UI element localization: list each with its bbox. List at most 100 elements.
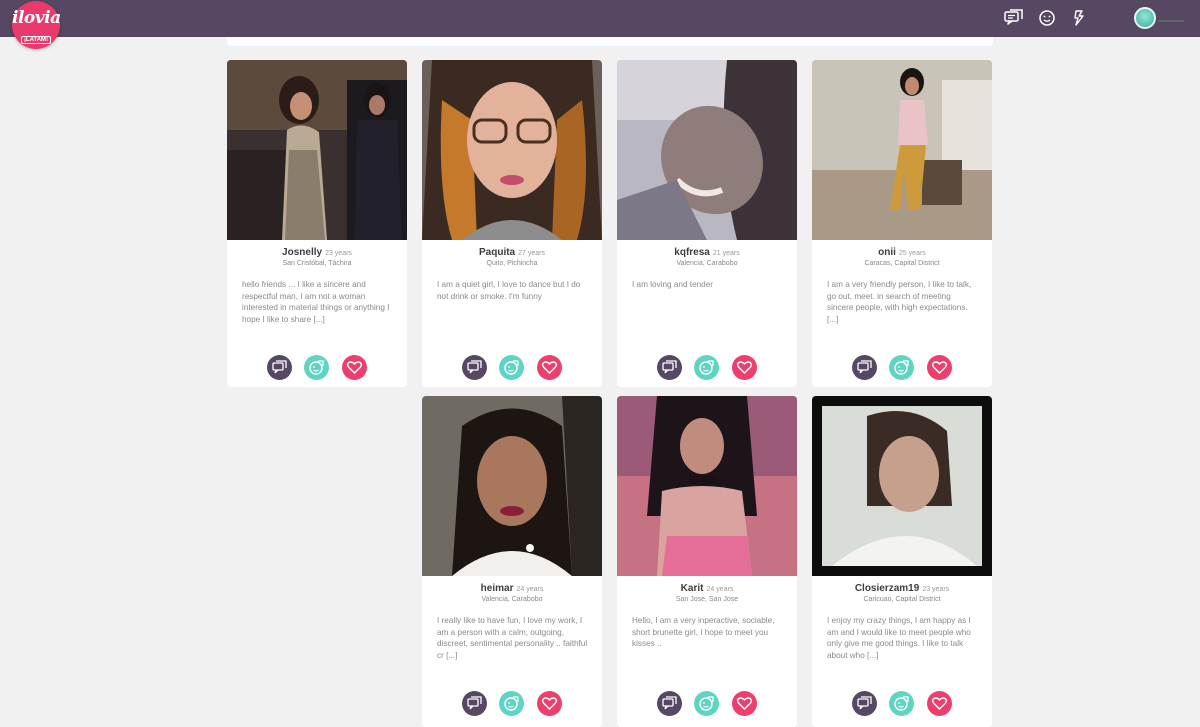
profile-photo[interactable] [227,60,407,240]
smiley-icon[interactable] [1037,9,1057,27]
heart-icon [541,361,558,374]
wink-icon [894,696,909,711]
profile-card[interactable]: Paquita 27 years Quito, Pichincha I am a … [422,60,602,387]
profile-photo[interactable] [617,60,797,240]
flash-icon[interactable] [1069,9,1089,27]
profile-actions [812,691,992,717]
profile-card[interactable]: Josnelly 23 years San Cristóbal, Táchira … [227,60,407,387]
profile-name: heimar [480,583,514,594]
wink-icon [699,696,714,711]
profile-name-line: heimar 24 years [422,583,602,594]
profile-card[interactable]: heimar 24 years Valencia, Carabobo I real… [422,396,602,727]
send-wink-button[interactable] [889,691,914,716]
profile-bio: I really like to have fun, I love my wor… [437,616,588,660]
messages-icon [662,696,677,710]
send-wink-button[interactable] [694,691,719,716]
send-wink-button[interactable] [499,691,524,716]
like-button[interactable] [732,691,757,716]
profile-actions [812,355,992,381]
profile-bio: I am loving and tender [632,280,714,289]
profile-bio: I am a quiet girl, I love to dance but I… [437,280,581,301]
profile-name: kqfresa [674,247,710,258]
heart-icon [736,361,753,374]
like-button[interactable] [537,355,562,380]
profile-photo[interactable] [812,396,992,576]
profile-age: 27 years [518,250,545,257]
profile-card[interactable]: Karit 24 years San Jose, San Jose Hello, … [617,396,797,727]
send-wink-button[interactable] [304,355,329,380]
profile-card[interactable]: onii 25 years Caracas, Capital District I… [812,60,992,387]
like-button[interactable] [927,355,952,380]
profile-name: Paquita [479,247,516,258]
profile-name-line: Josnelly 23 years [227,247,407,258]
profile-name-line: onii 25 years [812,247,992,258]
user-avatar[interactable] [1134,7,1156,29]
like-button[interactable] [732,355,757,380]
profile-location: San Jose, San Jose [675,596,739,603]
heart-icon [736,697,753,710]
profile-name-line: Karit 24 years [617,583,797,594]
profile-actions [422,691,602,717]
profile-name: Closierzam19 [854,583,920,594]
send-message-button[interactable] [852,355,877,380]
profile-location: San Cristóbal, Táchira [282,260,352,267]
profile-age: 23 years [325,250,352,257]
profile-location: Valencia, Carabobo [481,596,543,603]
profile-name-line: Paquita 27 years [422,247,602,258]
messages-icon [662,360,677,374]
profile-card[interactable]: Closierzam19 23 years Caricuao, Capital D… [812,396,992,727]
wink-icon [699,360,714,375]
messages-icon [272,360,287,374]
profile-photo[interactable] [422,60,602,240]
send-message-button[interactable] [462,691,487,716]
send-wink-button[interactable] [499,355,524,380]
profile-actions [617,691,797,717]
profile-actions [617,355,797,381]
profile-age: 23 years [922,586,950,593]
send-message-button[interactable] [852,691,877,716]
profile-bio: I am a very friendly person, I like to t… [827,280,972,324]
send-message-button[interactable] [267,355,292,380]
profile-location: Quito, Pichincha [486,260,538,267]
send-message-button[interactable] [462,355,487,380]
send-message-button[interactable] [657,355,682,380]
wink-icon [504,696,519,711]
avatar-menu-indicator[interactable] [1158,20,1184,22]
filter-bar[interactable] [227,37,993,46]
messages-icon [857,696,872,710]
messages-icon [467,696,482,710]
profile-photo[interactable] [617,396,797,576]
send-wink-button[interactable] [889,355,914,380]
messages-icon[interactable] [1004,9,1024,27]
like-button[interactable] [342,355,367,380]
wink-icon [309,360,324,375]
send-wink-button[interactable] [694,355,719,380]
wink-icon [504,360,519,375]
profile-location: Caracas, Capital District [864,260,940,267]
profile-name-line: Closierzam19 23 years [812,583,992,594]
messages-icon [857,360,872,374]
profile-actions [422,355,602,381]
profile-photo[interactable] [422,396,602,576]
wink-icon [894,360,909,375]
profile-bio: Hello, I am a very inperactive, sociable… [632,616,775,648]
profile-age: 24 years [706,586,734,593]
profile-photo[interactable] [812,60,992,240]
profile-name: onii [878,247,896,258]
profile-bio: hello friends ... I like a sincere and r… [242,280,390,324]
profile-actions [227,355,407,381]
profile-name-line: kqfresa 21 years [617,247,797,258]
heart-icon [346,361,363,374]
ilovia-logo[interactable]: ilovia ¡LATAM! [12,1,61,49]
profile-name: Josnelly [282,247,323,258]
profile-name: Karit [680,583,704,594]
like-button[interactable] [537,691,562,716]
logo-text: ilovia [12,8,61,28]
profile-age: 25 years [898,250,926,257]
like-button[interactable] [927,691,952,716]
profile-card[interactable]: kqfresa 21 years Valencia, Carabobo I am … [617,60,797,387]
send-message-button[interactable] [657,691,682,716]
profile-location: Valencia, Carabobo [676,260,738,267]
profile-age: 24 years [516,586,544,593]
heart-icon [931,361,948,374]
